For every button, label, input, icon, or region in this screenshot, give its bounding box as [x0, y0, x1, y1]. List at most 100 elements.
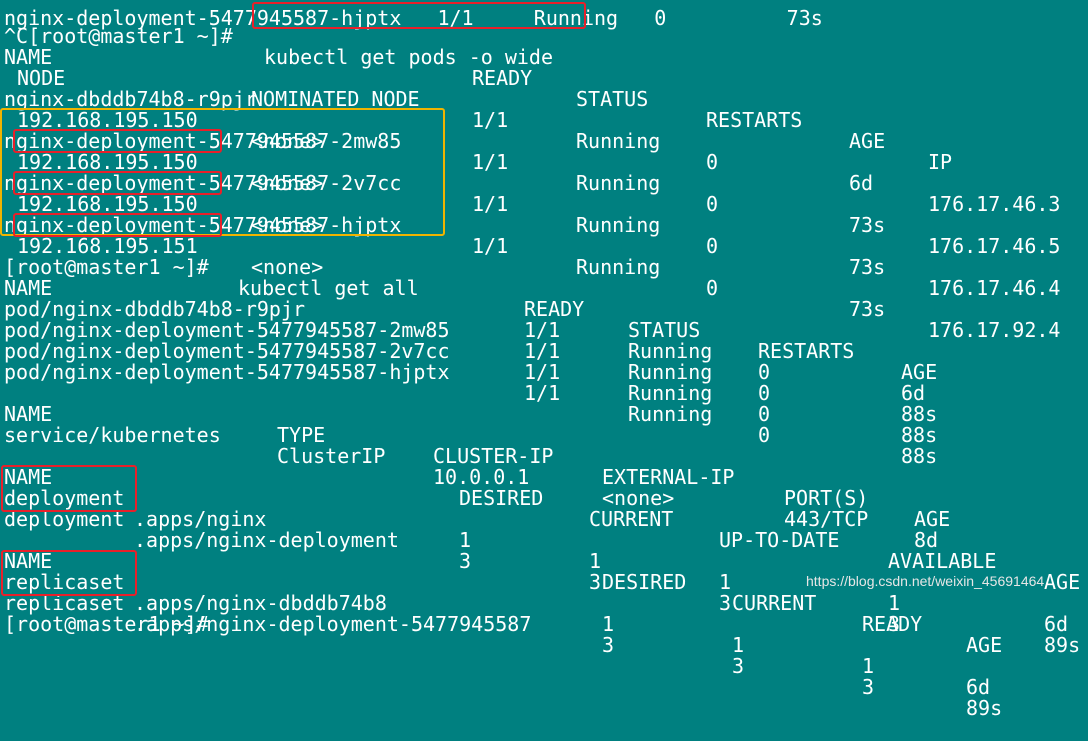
deploy-up-to-date: 3	[719, 591, 732, 615]
pod-status: Running	[628, 339, 713, 363]
svc-cluster-ip: 10.0.0.1	[433, 465, 530, 489]
pod-age: 6d	[901, 381, 926, 405]
shell-prompt: [root@master1 ~]#	[4, 612, 209, 636]
col-header-status: STATUS	[576, 87, 649, 111]
deploy-current: 3	[589, 570, 602, 594]
pod-ready: 1/1	[524, 360, 561, 384]
all-pod-row: pod/nginx-dbddb74b8-r9pjr 1/1 Running 0 …	[0, 278, 925, 404]
col-header-up-to-date: UP-TO-DATE	[719, 528, 840, 552]
rs-current: 3	[732, 654, 745, 678]
pod-row-node: 192.168.195.150 <none>	[0, 89, 323, 152]
pods-header-row-2: NODE NOMINATED NODE	[0, 47, 420, 110]
pod-ready: 1/1	[472, 108, 509, 132]
all-pod-row: pod/nginx-deployment-5477945587-hjptx 1/…	[0, 341, 937, 467]
node-ip-highlight-box	[13, 213, 222, 237]
pod-ready: 1/1	[524, 339, 561, 363]
col-header-current: CURRENT	[589, 507, 674, 531]
col-header-age: AGE	[901, 360, 938, 384]
deploy-name: .apps/nginx-deployment	[134, 528, 399, 552]
deploy-age: 6d	[1044, 612, 1069, 636]
pod-ready: 1/1	[472, 150, 509, 174]
pod-name: pod/nginx-dbddb74b8-r9pjr	[4, 297, 306, 321]
svc-row: service/kubernetes ClusterIP 10.0.0.1 <n…	[0, 404, 938, 551]
pod-name: pod/nginx-deployment-5477945587-2mw85	[4, 318, 450, 342]
deploy-desired: 3	[459, 549, 472, 573]
col-header-age: AGE	[849, 129, 886, 153]
pod-ip: 176.17.92.4	[928, 318, 1061, 342]
replicaset-kind-highlight-box	[1, 550, 137, 596]
col-header-available: AVAILABLE	[888, 549, 997, 573]
all-pod-row: pod/nginx-deployment-5477945587-2v7cc 1/…	[0, 320, 937, 446]
deploy-kind: deployment	[4, 507, 125, 531]
rs-current: 1	[732, 633, 745, 657]
pod-ready: 1/1	[524, 381, 561, 405]
svc-header-row: NAME TYPE CLUSTER-IP EXTERNAL-IP PORT(S)…	[0, 383, 950, 530]
pod-restarts: 0	[706, 150, 719, 174]
deployment-kind-highlight-box	[1, 465, 137, 512]
all-pod-row: pod/nginx-deployment-5477945587-2mw85 1/…	[0, 299, 937, 425]
pod-nominated: <none>	[251, 255, 324, 279]
col-header-desired: DESIRED	[602, 570, 687, 594]
pod-age: 73s	[849, 213, 886, 237]
prompt-line-1: ^C[root@master1 ~]# kubectl get pods -o …	[0, 5, 553, 68]
svc-external-ip: <none>	[602, 486, 675, 510]
pod-ip: 176.17.46.4	[928, 276, 1061, 300]
svc-name: service/kubernetes	[4, 423, 221, 447]
pod-status: Running	[628, 381, 713, 405]
pod-row: nginx-dbddb74b8-r9pjr 1/1 Running 0 6d 1…	[0, 68, 1060, 215]
col-header-restarts: RESTARTS	[706, 108, 803, 132]
pod-ready: 1/1	[472, 234, 509, 258]
col-header-age: AGE	[966, 633, 1003, 657]
pod-restarts: 0	[758, 360, 771, 384]
col-header-age: AGE	[1044, 570, 1081, 594]
pod-status: Running	[576, 255, 661, 279]
pod-status: Running	[576, 171, 661, 195]
col-header-ports: PORT(S)	[784, 486, 869, 510]
pod-age: 73s	[849, 297, 886, 321]
watermark-text: https://blog.csdn.net/weixin_45691464	[806, 573, 1045, 589]
pod-ready: 1/1	[472, 192, 509, 216]
col-header-external-ip: EXTERNAL-IP	[602, 465, 735, 489]
pod-age: 88s	[901, 423, 938, 447]
rs-desired: 1	[602, 612, 615, 636]
prompt-line-2: [root@master1 ~]# kubectl get all	[0, 236, 419, 299]
pod-restarts: 0	[706, 276, 719, 300]
rs-desired: 3	[602, 633, 615, 657]
pod-status: Running	[576, 213, 661, 237]
deploy-header-row: NAME DESIRED CURRENT UP-TO-DATE AVAILABL…	[0, 446, 1080, 593]
prompt-line-3: [root@master1 ~]#	[0, 593, 209, 635]
col-header-desired: DESIRED	[459, 486, 544, 510]
node-ip-highlight-box	[13, 129, 222, 153]
col-header-cluster-ip: CLUSTER-IP	[433, 444, 554, 468]
deploy-name: .apps/nginx	[134, 507, 267, 531]
node-ip-highlight-box	[13, 171, 222, 195]
pod-status: Running	[576, 129, 661, 153]
col-header-status: STATUS	[628, 318, 701, 342]
svc-type: ClusterIP	[277, 444, 386, 468]
rs-age: 89s	[966, 696, 1003, 720]
col-header-ready: READY	[524, 297, 585, 321]
pod-name: pod/nginx-deployment-5477945587-2v7cc	[4, 339, 450, 363]
deploy-available: 1	[888, 591, 901, 615]
pod-status: Running	[628, 360, 713, 384]
pod-age: 88s	[901, 402, 938, 426]
rs-ready: 3	[862, 675, 875, 699]
deploy-current: 1	[589, 549, 602, 573]
deploy-up-to-date: 1	[719, 570, 732, 594]
pod-status: Running	[628, 402, 713, 426]
pod-restarts: 0	[706, 234, 719, 258]
pod-age: 73s	[849, 255, 886, 279]
rs-age: 6d	[966, 675, 991, 699]
pod-ip: 176.17.46.3	[928, 192, 1061, 216]
rs-ready: 1	[862, 654, 875, 678]
rs-name: .apps/nginx-dbddb74b8	[134, 591, 387, 615]
col-header-nominated-node: NOMINATED NODE	[251, 87, 420, 111]
all-pods-header-row: NAME READY STATUS RESTARTS AGE	[0, 257, 937, 383]
pod-restarts: 0	[758, 381, 771, 405]
pod-age: 6d	[849, 171, 874, 195]
pod-ip: 176.17.46.5	[928, 234, 1061, 258]
terminal-window[interactable]: nginx-deployment-5477945587-hjptx 1/1 Ru…	[0, 0, 1088, 719]
col-header-ip: IP	[928, 150, 953, 174]
pod-ready: 1/1	[524, 318, 561, 342]
command-text: kubectl get pods -o wide	[264, 45, 553, 69]
